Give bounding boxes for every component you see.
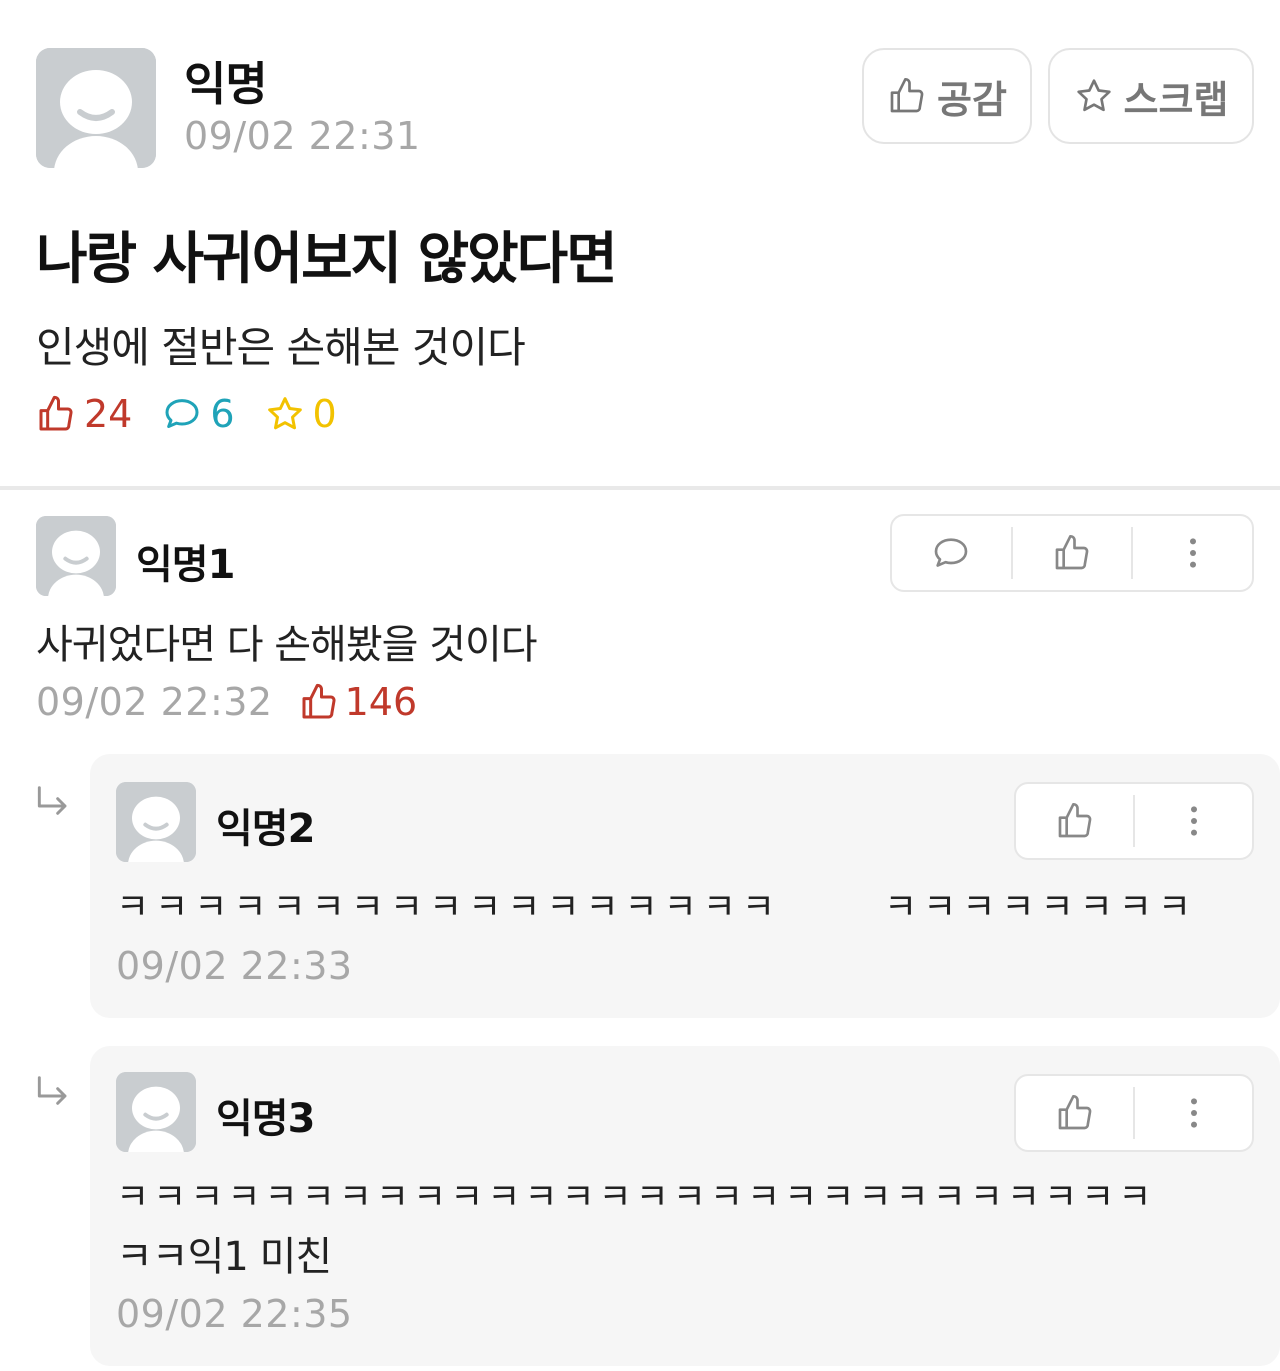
reply-text-part1: ㅋㅋㅋㅋㅋㅋㅋㅋㅋㅋㅋㅋㅋㅋㅋㅋㅋ <box>116 887 782 928</box>
reply-author-name: 익명2 <box>216 806 315 852</box>
default-avatar-icon <box>116 1072 196 1152</box>
scrap-count-stat: 0 <box>265 392 337 436</box>
post-author-name: 익명 <box>184 57 268 111</box>
reply-arrow-icon <box>37 1076 67 1105</box>
more-options-button[interactable] <box>1135 1076 1252 1150</box>
reply-timestamp: 09/02 22:35 <box>116 1292 353 1336</box>
speech-bubble-icon <box>934 538 968 567</box>
comment-count: 6 <box>210 392 235 436</box>
thumbs-up-icon <box>39 395 73 431</box>
comment-timestamp: 09/02 22:32 <box>36 680 273 724</box>
post-author-avatar <box>36 48 156 168</box>
post-body: 인생에 절반은 손해본 것이다 <box>36 323 526 372</box>
scrap-button-label: 스크랩 <box>1123 77 1229 122</box>
default-avatar-icon <box>116 782 196 862</box>
reply-text-part2: ㅋㅋㅋㅋㅋㅋㅋㅋ <box>884 887 1197 928</box>
speech-bubble-icon <box>165 399 199 428</box>
reply-text-line2: ㅋㅋ익1 미친 <box>116 1234 332 1280</box>
default-avatar-icon <box>36 516 116 596</box>
default-avatar-icon <box>36 48 156 168</box>
reply-arrow-icon <box>37 786 67 815</box>
comment-count-stat: 6 <box>162 392 235 436</box>
star-icon <box>267 397 302 430</box>
reply-like-button[interactable] <box>1016 1076 1133 1150</box>
reply-button[interactable] <box>892 516 1011 590</box>
like-button[interactable]: 공감 <box>862 48 1032 144</box>
reply-timestamp: 09/02 22:33 <box>116 944 353 988</box>
comment-text: 사귀었다면 다 손해봤을 것이다 <box>36 622 538 668</box>
thumbs-up-icon <box>890 78 924 113</box>
comment-like-count: 146 <box>344 680 418 724</box>
thumbs-up-icon <box>1058 803 1091 838</box>
thumbs-up-icon <box>1058 1095 1091 1130</box>
reply-actions <box>1014 1074 1254 1152</box>
star-icon <box>1076 79 1111 112</box>
reply-text-line1: ㅋㅋㅋㅋㅋㅋㅋㅋㅋㅋㅋㅋㅋㅋㅋㅋㅋㅋㅋㅋㅋㅋㅋㅋㅋㅋㅋㅋ <box>116 1177 1156 1218</box>
section-divider <box>0 486 1280 490</box>
more-options-button[interactable] <box>1135 784 1252 858</box>
thumbs-up-icon <box>302 683 336 719</box>
like-button-label: 공감 <box>937 77 1007 122</box>
comment-author-name: 익명1 <box>136 542 235 588</box>
thumbs-up-icon <box>1055 535 1089 570</box>
more-vertical-icon <box>1190 806 1197 836</box>
reply-avatar <box>116 782 196 862</box>
reply-actions <box>1014 782 1254 860</box>
comment-actions <box>890 514 1254 592</box>
more-vertical-icon <box>1189 538 1196 568</box>
like-count: 24 <box>84 392 133 436</box>
comment-avatar <box>36 516 116 596</box>
like-count-stat: 24 <box>36 392 132 436</box>
reply-avatar <box>116 1072 196 1152</box>
scrap-count: 0 <box>312 392 337 436</box>
comment-like-button[interactable] <box>1013 516 1132 590</box>
post-timestamp: 09/02 22:31 <box>184 114 421 158</box>
reply-author-name: 익명3 <box>216 1096 315 1142</box>
more-vertical-icon <box>1190 1098 1197 1128</box>
comment-meta: 09/02 22:32 146 <box>36 680 417 724</box>
post-stats: 24 6 0 <box>36 392 367 436</box>
comment-like-count-stat: 146 <box>299 680 418 724</box>
reply-like-button[interactable] <box>1016 784 1133 858</box>
post-title: 나랑 사귀어보지 않았다면 <box>36 227 618 292</box>
scrap-button[interactable]: 스크랩 <box>1048 48 1254 144</box>
more-options-button[interactable] <box>1133 516 1252 590</box>
